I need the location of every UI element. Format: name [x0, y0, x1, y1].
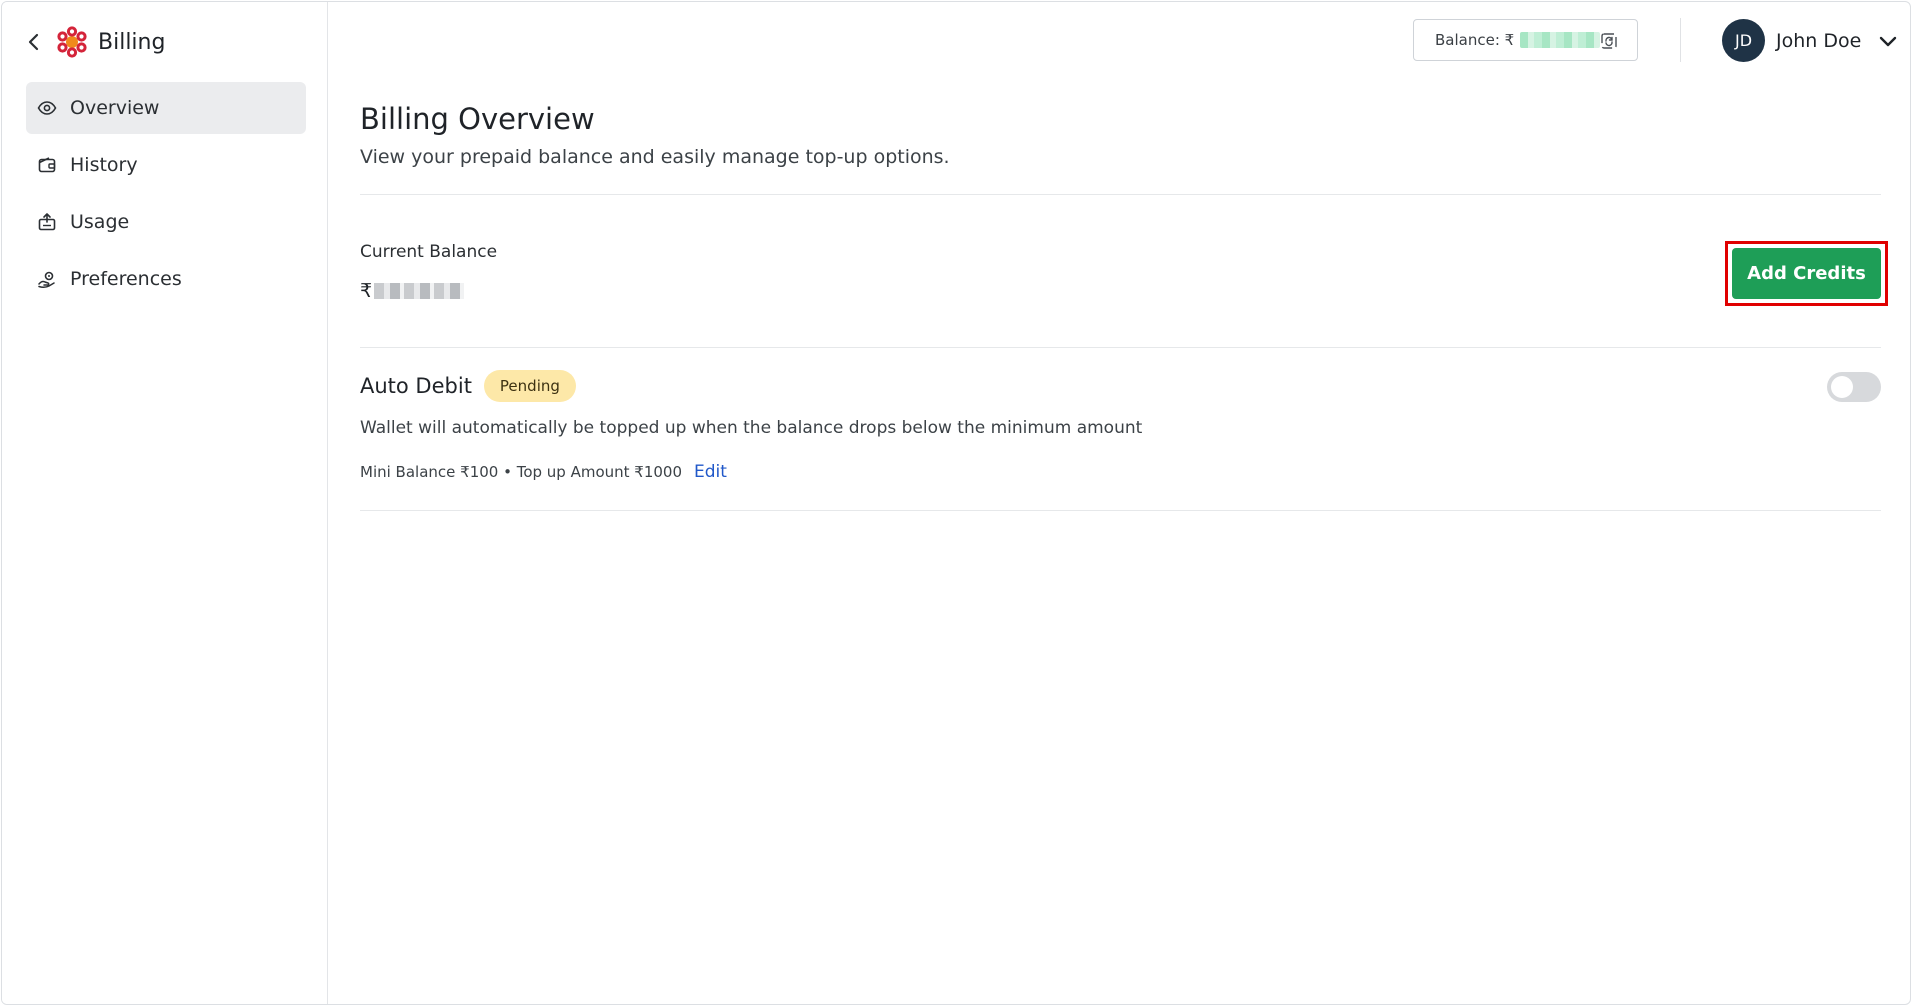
preferences-icon — [36, 268, 58, 290]
brand: Billing — [22, 22, 165, 62]
current-balance-label: Current Balance — [360, 242, 498, 262]
toggle-knob — [1831, 376, 1853, 398]
auto-debit-title: Auto Debit — [360, 374, 472, 398]
sidebar-item-label: Usage — [70, 211, 130, 233]
sidebar-item-history[interactable]: History — [26, 139, 306, 191]
sidebar: Billing Overview History Usage Preferenc… — [2, 2, 328, 1004]
top-header: Balance: ₹ JD John Doe — [329, 2, 1910, 80]
eye-icon — [36, 97, 58, 119]
balance-label: Balance: ₹ — [1435, 31, 1515, 49]
flower-logo-icon — [56, 26, 88, 58]
back-button[interactable] — [22, 30, 46, 54]
status-badge: Pending — [483, 370, 576, 402]
app-title: Billing — [98, 29, 166, 55]
auto-debit-meta: Mini Balance ₹100 • Top up Amount ₹1000 … — [360, 462, 727, 482]
page-subtitle: View your prepaid balance and easily man… — [360, 146, 950, 168]
auto-debit-description: Wallet will automatically be topped up w… — [360, 418, 1143, 438]
add-credits-highlight: Add Credits — [1725, 241, 1888, 306]
app-window: Billing Overview History Usage Preferenc… — [1, 1, 1911, 1005]
page-title: Billing Overview — [360, 102, 595, 136]
chevron-left-icon — [28, 33, 39, 51]
sidebar-item-usage[interactable]: Usage — [26, 196, 306, 248]
auto-debit-amounts: Mini Balance ₹100 • Top up Amount ₹1000 — [360, 463, 683, 481]
sidebar-item-label: History — [70, 154, 138, 176]
auto-debit-toggle[interactable] — [1827, 372, 1881, 402]
auto-debit-section: Auto Debit Pending Wallet will automatic… — [360, 348, 1881, 510]
balance-masked-value — [1520, 32, 1601, 48]
sidebar-item-overview[interactable]: Overview — [26, 82, 306, 134]
user-menu[interactable]: JD John Doe — [1722, 19, 1899, 62]
chevron-down-icon[interactable] — [1877, 30, 1899, 52]
add-credits-button[interactable]: Add Credits — [1732, 248, 1881, 299]
balance-masked-amount — [374, 283, 465, 299]
edit-link[interactable]: Edit — [694, 462, 727, 482]
currency-symbol: ₹ — [360, 280, 373, 302]
sidebar-item-preferences[interactable]: Preferences — [26, 253, 306, 305]
wallet-icon — [36, 154, 58, 176]
current-balance-value: ₹ — [360, 280, 465, 302]
sidebar-item-label: Overview — [70, 97, 160, 119]
auto-debit-header: Auto Debit Pending — [360, 370, 576, 402]
user-name: John Doe — [1776, 29, 1862, 52]
sidebar-item-label: Preferences — [70, 268, 182, 290]
main-content: Billing Overview View your prepaid balan… — [360, 80, 1888, 511]
usage-icon — [36, 211, 58, 233]
refresh-icon[interactable] — [1599, 31, 1619, 51]
avatar: JD — [1722, 19, 1765, 62]
sidebar-nav: Overview History Usage Preferences — [26, 82, 306, 310]
header-divider — [1680, 18, 1681, 62]
divider — [360, 510, 1881, 511]
current-balance-section: Current Balance ₹ Add Credits — [360, 195, 1888, 347]
balance-indicator[interactable]: Balance: ₹ — [1413, 19, 1638, 61]
